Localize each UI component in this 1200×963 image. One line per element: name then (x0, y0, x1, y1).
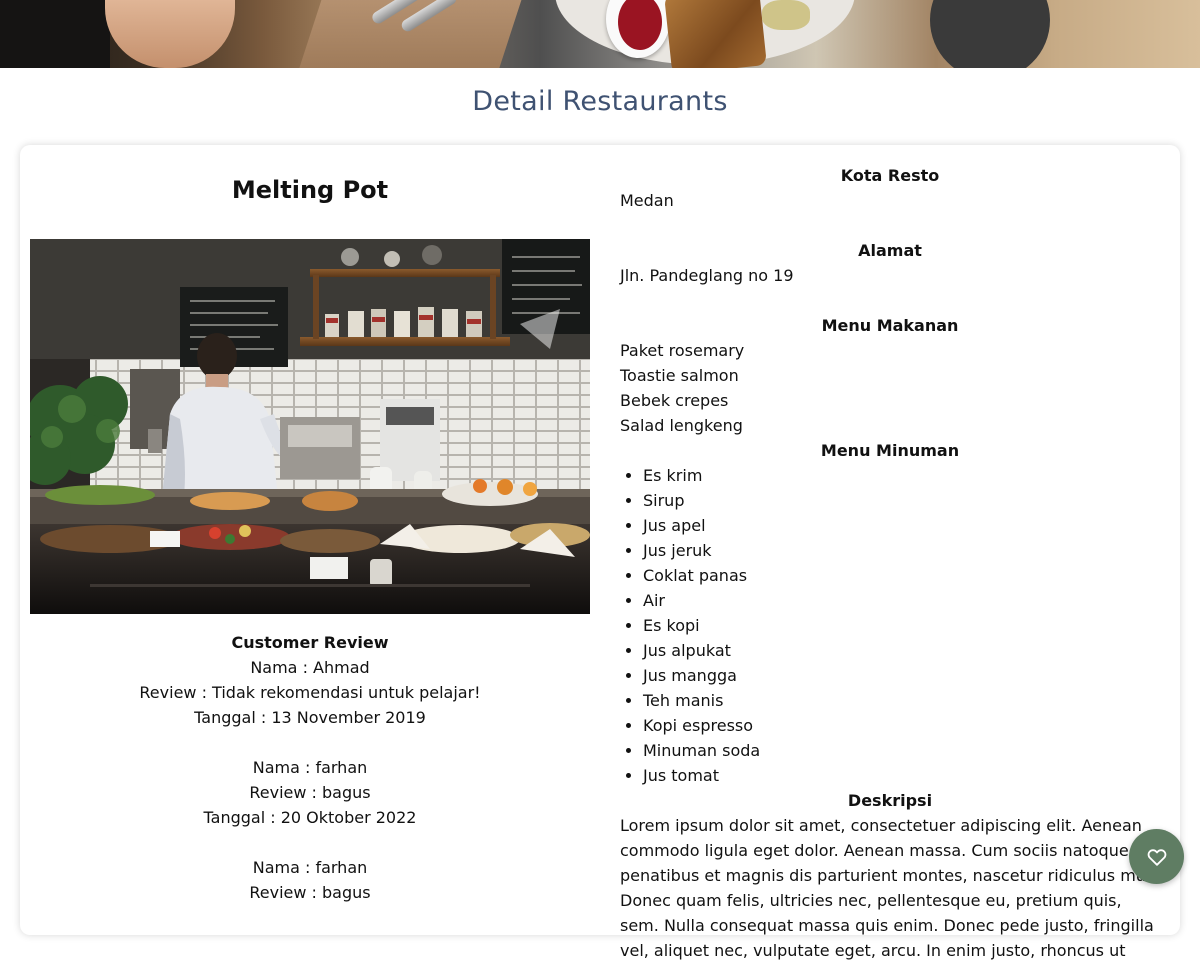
review-text: Review : Tidak rekomendasi untuk pelajar… (139, 683, 481, 702)
drink-menu-item: Jus mangga (643, 663, 1160, 688)
hero-dark-plate (930, 0, 1050, 68)
hero-greens (762, 0, 810, 30)
city-value: Medan (620, 191, 674, 210)
drink-menu-item: Es kopi (643, 613, 1160, 638)
restaurant-photo (30, 239, 590, 614)
description-label: Deskripsi (847, 791, 933, 810)
drink-menu-item: Teh manis (643, 688, 1160, 713)
hero-toast (664, 0, 767, 68)
restaurant-name: Melting Pot (231, 176, 389, 204)
city-label: Kota Resto (840, 166, 940, 185)
food-menu-item: Salad lengkeng (620, 416, 743, 435)
review-date: Tanggal : 13 November 2019 (194, 708, 426, 727)
customer-review-heading: Customer Review (231, 633, 389, 652)
review-name: Nama : farhan (252, 858, 368, 877)
review-item: Nama : farhan Review : bagus (30, 855, 590, 905)
review-name: Nama : Ahmad (250, 658, 370, 677)
review-date: Tanggal : 20 Oktober 2022 (203, 808, 417, 827)
hero-cutting-board (299, 0, 525, 68)
restaurant-photo-illustration (30, 239, 590, 614)
review-item: Nama : farhan Review : bagus Tanggal : 2… (30, 755, 590, 830)
drink-menu-item: Jus alpukat (643, 638, 1160, 663)
drink-menu-item: Jus apel (643, 513, 1160, 538)
food-menu-item: Bebek crepes (620, 391, 729, 410)
restaurant-detail-card: Melting Pot Customer Review Nama: Ahmad… (20, 145, 1180, 960)
heart-icon (1146, 846, 1168, 868)
hero-banner-image (0, 0, 1200, 68)
food-menu-item: Toastie salmon (620, 366, 739, 385)
restaurant-left-column: Melting Pot Customer Review Nama: Ahmad… (30, 145, 590, 902)
drink-menu-list: Es krim Sirup Jus apel Jus jeruk Coklat … (620, 463, 1160, 788)
drink-menu-item: Es krim (643, 463, 1160, 488)
drink-menu-item: Air (643, 588, 1160, 613)
page-title: Detail Restaurants (472, 86, 728, 117)
hero-shadow (0, 0, 110, 68)
food-menu-label: Menu Makanan (821, 316, 959, 335)
review-item: Nama : Ahmad Review : Tidak rekomendasi … (30, 655, 590, 730)
address-label: Alamat (858, 241, 922, 260)
drink-menu-item: Jus jeruk (643, 538, 1160, 563)
food-menu-item: Paket rosemary (620, 341, 745, 360)
restaurant-info-column: Kota Resto Medan Alamat Jln. Pandeglang … (620, 163, 1160, 963)
address-value: Jln. Pandeglang no 19 (620, 266, 794, 285)
drink-menu-item: Coklat panas (643, 563, 1160, 588)
hero-hand (105, 0, 235, 68)
drink-menu-item: Kopi espresso (643, 713, 1160, 738)
drink-menu-item: Minuman soda (643, 738, 1160, 763)
review-name: Nama : farhan (252, 758, 368, 777)
review-text: Review : bagus (249, 783, 371, 802)
drink-menu-item: Sirup (643, 488, 1160, 513)
review-text: Review : bagus (249, 883, 371, 902)
favorite-button[interactable] (1129, 829, 1184, 884)
drink-menu-label: Menu Minuman (820, 441, 960, 460)
customer-review-section: Customer Review Nama : Ahmad Review : Ti… (30, 630, 590, 930)
food-menu-list: Paket rosemary Toastie salmon Bebek crep… (620, 338, 1160, 438)
drink-menu-item: Jus tomat (643, 763, 1160, 788)
description-text: Lorem ipsum dolor sit amet, consectetuer… (620, 816, 1160, 960)
